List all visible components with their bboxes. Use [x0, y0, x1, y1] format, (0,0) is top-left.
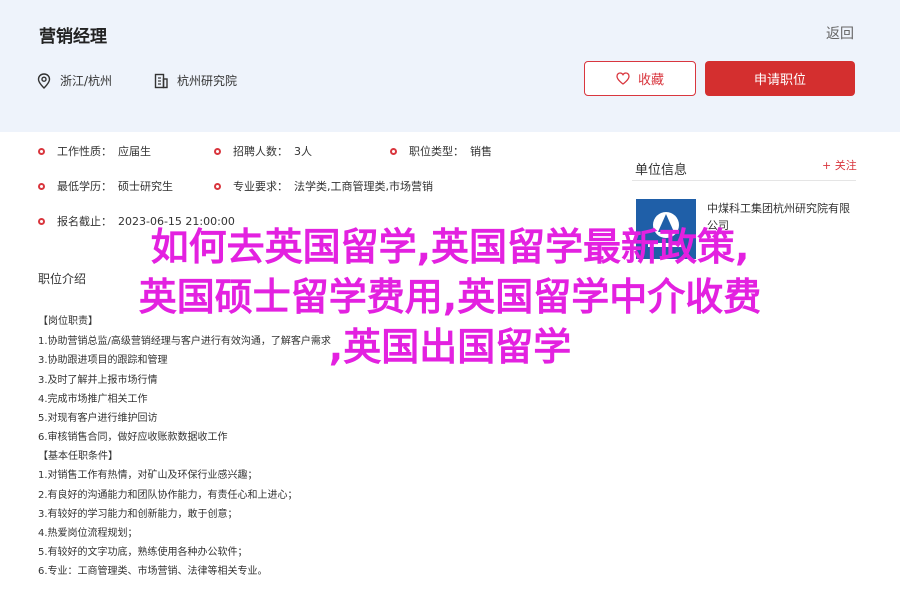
list-item: 5.对现有客户进行维护回访 — [38, 413, 158, 424]
location-text: 浙江/杭州 — [60, 74, 113, 88]
bullet-icon — [38, 147, 45, 155]
info-nature: 工作性质： 应届生 — [38, 143, 151, 159]
list-item: 6.审核销售合同，做好应收账款数据收工作 — [38, 432, 228, 443]
heart-icon — [616, 72, 630, 85]
list-item: 2.有良好的沟通能力和团队协作能力，有责任心和上进心； — [38, 490, 298, 501]
bullet-icon — [38, 182, 45, 190]
info-major-label: 专业要求： — [233, 180, 288, 193]
back-link[interactable]: 返回 — [826, 23, 854, 43]
unit-info-title: 单位信息 — [635, 163, 688, 178]
info-category: 职位类型： 销售 — [390, 143, 492, 159]
list-item: 4.完成市场推广相关工作 — [38, 394, 148, 405]
list-item: 3.有较好的学习能力和创新能力，敢于创意； — [38, 509, 238, 520]
info-edu-value: 硕士研究生 — [118, 180, 173, 193]
building-icon — [154, 73, 168, 88]
overlay-line-3: ,英国出国留学 — [328, 325, 572, 369]
apply-button[interactable]: 申请职位 — [705, 61, 855, 96]
divider — [632, 180, 856, 181]
location-pin-icon — [37, 72, 51, 89]
company: 杭州研究院 — [154, 72, 237, 89]
location: 浙江/杭州 — [37, 72, 112, 89]
requirement-section-title: 【基本任职条件】 — [38, 451, 118, 462]
overlay-line-1: 如何去英国留学,英国留学最新政策, — [150, 225, 750, 269]
info-nature-value: 应届生 — [118, 145, 151, 158]
follow-button[interactable]: + 关注 — [822, 157, 857, 173]
info-major: 专业要求： 法学类,工商管理类,市场营销 — [214, 178, 433, 194]
job-title: 营销经理 — [39, 27, 107, 47]
list-item: 1.对销售工作有热情，对矿山及环保行业感兴趣； — [38, 470, 258, 481]
bullet-icon — [214, 147, 221, 155]
overlay-line-2: 英国硕士留学费用,英国留学中介收费 — [138, 275, 762, 319]
list-item: 4.热爱岗位流程规划； — [38, 528, 138, 539]
info-major-value: 法学类,工商管理类,市场营销 — [294, 180, 433, 193]
list-item: 5.有较好的文字功底，熟练使用各种办公软件； — [38, 547, 248, 558]
company-text: 杭州研究院 — [177, 74, 238, 88]
info-category-value: 销售 — [470, 145, 492, 158]
favorite-button[interactable]: 收藏 — [584, 61, 696, 96]
info-count-label: 招聘人数： — [233, 145, 288, 158]
info-count: 招聘人数： 3人 — [214, 143, 312, 159]
info-edu: 最低学历： 硕士研究生 — [38, 178, 173, 194]
job-header: 营销经理 返回 浙江/杭州 杭州研究院 收藏 申请职位 — [0, 0, 900, 132]
info-count-value: 3人 — [294, 145, 312, 158]
info-edu-label: 最低学历： — [57, 180, 112, 193]
bullet-icon — [390, 147, 397, 155]
info-nature-label: 工作性质： — [57, 145, 112, 158]
info-category-label: 职位类型： — [409, 145, 464, 158]
favorite-label: 收藏 — [637, 73, 664, 88]
overlay-headline: 如何去英国留学,英国留学最新政策, 英国硕士留学费用,英国留学中介收费 ,英国出… — [0, 222, 900, 372]
list-item: 6.专业：工商管理类、市场营销、法律等相关专业。 — [38, 566, 268, 577]
bullet-icon — [214, 182, 221, 190]
list-item: 3.及时了解并上报市场行情 — [38, 375, 158, 386]
